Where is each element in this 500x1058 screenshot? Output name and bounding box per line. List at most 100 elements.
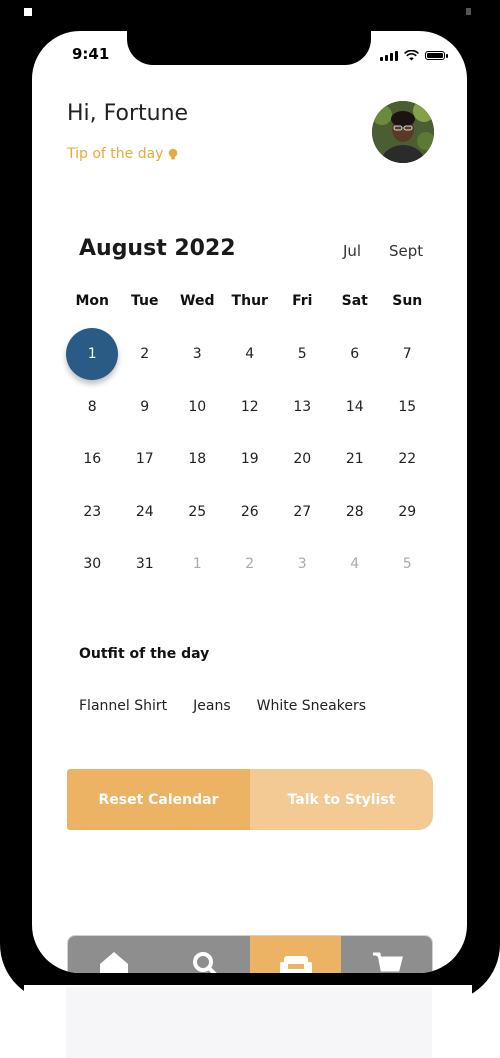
- outfit-section-title: Outfit of the day: [79, 646, 210, 662]
- calendar-day-label: 15: [398, 398, 417, 415]
- lightbulb-icon: [169, 148, 178, 159]
- calendar-day-label: 5: [297, 346, 307, 363]
- phone-screen: 9:41 Hi, Fortune Tip of the day August 2…: [32, 31, 467, 973]
- tip-label: Tip of the day: [67, 146, 164, 162]
- calendar-day-label: 29: [398, 503, 417, 520]
- calendar-day-label: 2: [245, 556, 255, 573]
- calendar-day-label: 2: [140, 346, 150, 363]
- calendar-days-grid: 1 2 3 4 5 6 7 8 9 10 12 13 14 15 16 17 18 19 20 21 22 23 24 25 2…: [66, 328, 434, 591]
- search-icon: [192, 952, 217, 973]
- calendar-day[interactable]: 23: [66, 486, 119, 539]
- calendar-day[interactable]: 30: [66, 538, 119, 591]
- greeting-title: Hi, Fortune: [67, 101, 189, 126]
- calendar-day-label: 6: [350, 346, 360, 363]
- calendar-day-label: 30: [83, 556, 102, 573]
- calendar-day-label: 28: [345, 503, 364, 520]
- calendar-day-label: 20: [293, 451, 312, 468]
- calendar-day[interactable]: 8: [66, 381, 119, 434]
- calendar-day[interactable]: 25: [171, 486, 224, 539]
- calendar-day[interactable]: 18: [171, 433, 224, 486]
- calendar-day-label: 25: [188, 503, 207, 520]
- calendar-day[interactable]: 31: [119, 538, 172, 591]
- profile-avatar[interactable]: [372, 101, 434, 163]
- calendar-day[interactable]: 20: [276, 433, 329, 486]
- calendar-day-label: 3: [297, 556, 307, 573]
- nav-home[interactable]: [68, 936, 159, 973]
- calendar-day-label: 17: [135, 451, 154, 468]
- nav-search[interactable]: [159, 936, 250, 973]
- weekday-label: Sat: [341, 293, 368, 309]
- calendar-day-label: 10: [188, 398, 207, 415]
- weekday-label: Mon: [75, 293, 110, 309]
- calendar-day-label: 9: [140, 398, 150, 415]
- outfit-items-list: Flannel Shirt Jeans White Sneakers: [79, 698, 366, 714]
- prev-month-button[interactable]: Jul: [343, 242, 361, 260]
- calendar-day[interactable]: 14: [329, 381, 382, 434]
- calendar-day[interactable]: 28: [329, 486, 382, 539]
- calendar-day[interactable]: 9: [119, 381, 172, 434]
- wifi-icon: [404, 49, 419, 60]
- outfit-item: Jeans: [193, 698, 231, 714]
- calendar-day[interactable]: 19: [224, 433, 277, 486]
- calendar-day[interactable]: 3: [171, 328, 224, 381]
- calendar-day[interactable]: 27: [276, 486, 329, 539]
- calendar-day[interactable]: 4: [224, 328, 277, 381]
- calendar-day-label: 24: [135, 503, 154, 520]
- calendar-day-label: 14: [345, 398, 364, 415]
- calendar-day-label: 8: [87, 398, 97, 415]
- outfit-item: Flannel Shirt: [79, 698, 168, 714]
- calendar-day[interactable]: 4: [329, 538, 382, 591]
- calendar-day[interactable]: 2: [119, 328, 172, 381]
- weekday-label: Sun: [392, 293, 423, 309]
- calendar-day[interactable]: 2: [224, 538, 277, 591]
- calendar-day[interactable]: 21: [329, 433, 382, 486]
- weekday-label: Fri: [292, 293, 313, 309]
- calendar-day[interactable]: 26: [224, 486, 277, 539]
- reflection-strip: [24, 985, 472, 1058]
- bottom-nav: [67, 935, 433, 973]
- calendar-day[interactable]: 10: [171, 381, 224, 434]
- nav-wardrobe[interactable]: [250, 936, 341, 973]
- calendar-day-label: 13: [293, 398, 312, 415]
- talk-to-stylist-button[interactable]: Talk to Stylist: [250, 769, 433, 830]
- reset-calendar-button[interactable]: Reset Calendar: [67, 769, 250, 830]
- calendar-day-label: 1: [66, 328, 119, 381]
- status-time: 9:41: [72, 45, 110, 63]
- calendar-day-label: 27: [293, 503, 312, 520]
- weekday-header: Mon Tue Wed Thur Fri Sat Sun: [66, 293, 434, 309]
- calendar-day[interactable]: 29: [381, 486, 434, 539]
- calendar-day-label: 4: [350, 556, 360, 573]
- outfit-item: White Sneakers: [256, 698, 367, 714]
- next-month-button[interactable]: Sept: [389, 242, 423, 260]
- nav-cart[interactable]: [341, 936, 432, 973]
- calendar-day[interactable]: 22: [381, 433, 434, 486]
- calendar-day[interactable]: 15: [381, 381, 434, 434]
- calendar-day[interactable]: 12: [224, 381, 277, 434]
- calendar-day-label: 21: [345, 451, 364, 468]
- calendar-day-selected[interactable]: 1: [66, 328, 119, 381]
- calendar-day-label: 18: [188, 451, 207, 468]
- calendar-day[interactable]: 7: [381, 328, 434, 381]
- calendar-day-label: 16: [83, 451, 102, 468]
- calendar-day[interactable]: 5: [276, 328, 329, 381]
- calendar-day[interactable]: 16: [66, 433, 119, 486]
- calendar-day[interactable]: 13: [276, 381, 329, 434]
- tip-of-the-day-link[interactable]: Tip of the day: [67, 146, 178, 162]
- status-icons: [380, 49, 448, 61]
- calendar-day[interactable]: 24: [119, 486, 172, 539]
- calendar-day-label: 1: [192, 556, 202, 573]
- calendar-day[interactable]: 5: [381, 538, 434, 591]
- calendar-day[interactable]: 17: [119, 433, 172, 486]
- calendar-day-label: 23: [83, 503, 102, 520]
- frame-corner-mark: [24, 8, 32, 16]
- wardrobe-icon: [279, 956, 312, 973]
- calendar-day[interactable]: 3: [276, 538, 329, 591]
- calendar-day-label: 12: [240, 398, 259, 415]
- signal-icon: [380, 50, 398, 61]
- calendar-day-label: 7: [402, 346, 412, 363]
- notch: [127, 31, 371, 65]
- battery-icon: [425, 50, 448, 60]
- weekday-label: Thur: [231, 293, 268, 309]
- calendar-day[interactable]: 1: [171, 538, 224, 591]
- calendar-day[interactable]: 6: [329, 328, 382, 381]
